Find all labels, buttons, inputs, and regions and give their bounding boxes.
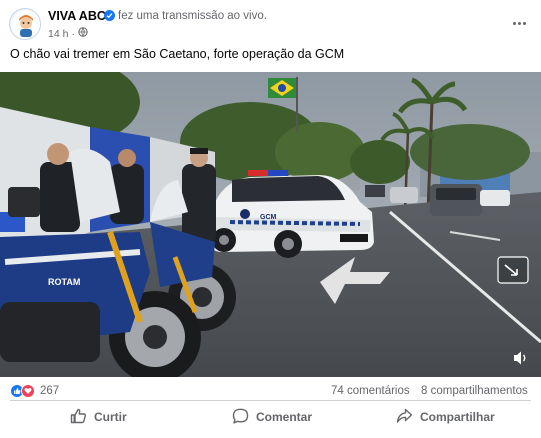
share-button[interactable]: Compartilhar [396, 405, 495, 429]
like-button[interactable]: Curtir [70, 405, 127, 429]
verified-badge-icon [104, 10, 115, 21]
video-frame: GCM ROTAM [0, 72, 541, 377]
more-dot-icon [517, 21, 521, 25]
live-video-player[interactable]: GCM ROTAM [0, 72, 541, 377]
page-name-link[interactable]: VIVA ABC [48, 9, 106, 23]
post-timestamp[interactable]: 14 h [48, 28, 68, 40]
picture-in-picture-icon[interactable] [497, 256, 529, 289]
post-stats: 267 74 comentários 8 compartilhamentos [0, 380, 541, 402]
post-meta: 14 h · [48, 27, 88, 40]
shares-count-link[interactable]: 8 compartilhamentos [421, 385, 528, 397]
share-arrow-icon [396, 408, 413, 427]
volume-icon[interactable] [512, 350, 530, 371]
page-avatar[interactable] [9, 8, 41, 40]
comments-count-link[interactable]: 74 comentários [331, 385, 410, 397]
meta-separator: · [71, 27, 75, 40]
car-label-text: GCM [260, 214, 277, 221]
reactions-summary[interactable]: 267 [10, 384, 59, 398]
comment-button-label: Comentar [256, 410, 313, 424]
globe-icon [78, 27, 88, 40]
more-dot-icon [512, 21, 516, 25]
actions-divider [10, 400, 531, 401]
post-caption: O chão vai tremer em São Caetano, forte … [10, 47, 345, 61]
post-actions-bar: Curtir Comentar Compartilhar [0, 402, 541, 432]
like-button-label: Curtir [94, 410, 127, 424]
post-action-text: fez uma transmissão ao vivo. [118, 10, 267, 22]
reactions-count: 267 [40, 385, 60, 397]
comment-button[interactable]: Comentar [232, 405, 312, 429]
more-options-button[interactable] [505, 12, 533, 34]
love-icon [21, 384, 35, 398]
comment-bubble-icon [232, 408, 249, 427]
share-button-label: Compartilhar [420, 410, 495, 424]
post-header: VIVA ABC fez uma transmissão ao vivo. 14… [0, 0, 541, 44]
more-dot-icon [522, 21, 526, 25]
thumbs-up-icon [70, 408, 87, 427]
vest-label-text: ROTAM [48, 277, 80, 287]
